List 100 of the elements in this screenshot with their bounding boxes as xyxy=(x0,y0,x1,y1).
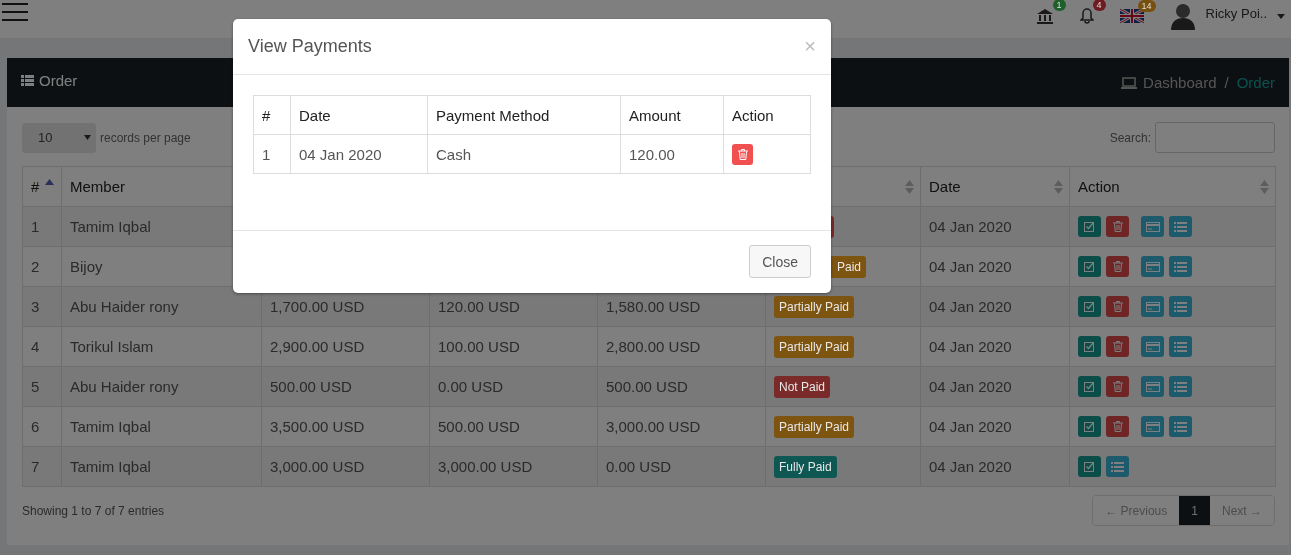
table-cell: 3,000.00 USD xyxy=(429,446,598,487)
breadcrumb-link[interactable]: Dashboard xyxy=(1143,74,1217,91)
list-icon[interactable] xyxy=(1174,381,1187,392)
column-header: Amount xyxy=(620,95,724,135)
list-icon[interactable] xyxy=(1174,261,1187,272)
table-cell: 3,000.00 USD xyxy=(261,446,430,487)
edit-button[interactable] xyxy=(1078,456,1101,477)
close-button[interactable]: × xyxy=(804,35,816,58)
check-icon[interactable] xyxy=(1084,461,1095,472)
table-cell: 04 Jan 2020 xyxy=(920,206,1070,247)
trash-icon[interactable] xyxy=(1112,221,1123,232)
list-button[interactable] xyxy=(1169,336,1192,357)
table-cell: Tamim Iqbal xyxy=(61,446,262,487)
edit-button[interactable] xyxy=(1078,336,1101,357)
bank-icon[interactable] xyxy=(1035,8,1054,24)
trash-icon[interactable] xyxy=(1112,341,1123,352)
column-header[interactable]: Date xyxy=(920,166,1070,207)
table-cell: 1 xyxy=(253,134,291,174)
table-cell: 500.00 USD xyxy=(261,366,430,407)
card-button[interactable] xyxy=(1141,416,1164,437)
table-cell: 2,900.00 USD xyxy=(261,326,430,367)
menu-icon[interactable] xyxy=(2,3,28,21)
delete-button[interactable] xyxy=(1106,216,1129,237)
sort-ascending-icon[interactable] xyxy=(45,179,54,185)
card-button[interactable] xyxy=(1141,216,1164,237)
flag-icon[interactable] xyxy=(1119,9,1144,23)
list-icon[interactable] xyxy=(1174,421,1187,432)
column-header[interactable]: Action xyxy=(1069,166,1276,207)
list-icon[interactable] xyxy=(1111,461,1124,472)
table-cell: 500.00 USD xyxy=(597,366,766,407)
edit-button[interactable] xyxy=(1078,216,1101,237)
edit-button[interactable] xyxy=(1078,256,1101,277)
delete-button[interactable] xyxy=(1106,416,1129,437)
card-button[interactable] xyxy=(1141,256,1164,277)
sort-icon[interactable] xyxy=(905,180,914,194)
list-button[interactable] xyxy=(1169,216,1192,237)
close-button[interactable]: Close xyxy=(749,245,811,278)
trash-icon[interactable] xyxy=(1112,261,1123,272)
page-size-select[interactable]: 10 xyxy=(22,122,96,153)
user-name[interactable]: Ricky Poi.. xyxy=(1205,5,1267,21)
table-cell: 3 xyxy=(22,286,62,327)
card-icon[interactable] xyxy=(1145,381,1160,392)
trash-icon[interactable] xyxy=(1112,421,1123,432)
table-cell: 1 xyxy=(22,206,62,247)
card-button[interactable] xyxy=(1141,336,1164,357)
caret-icon[interactable] xyxy=(1277,13,1285,19)
table-cell: 2,800.00 USD xyxy=(597,326,766,367)
entries-info: Showing 1 to 7 of 7 entries xyxy=(22,503,165,518)
delete-button[interactable] xyxy=(1106,336,1129,357)
list-button[interactable] xyxy=(1106,456,1129,477)
list-icon[interactable] xyxy=(1174,341,1187,352)
list-button[interactable] xyxy=(1169,296,1192,317)
edit-button[interactable] xyxy=(1078,376,1101,397)
delete-button[interactable] xyxy=(732,143,753,165)
card-icon[interactable] xyxy=(1145,301,1160,312)
card-button[interactable] xyxy=(1141,296,1164,317)
check-icon[interactable] xyxy=(1084,261,1095,272)
trash-icon[interactable] xyxy=(1112,381,1123,392)
table-cell: 3,000.00 USD xyxy=(597,406,766,447)
list-button[interactable] xyxy=(1169,376,1192,397)
check-icon[interactable] xyxy=(1084,381,1095,392)
check-icon[interactable] xyxy=(1084,421,1095,432)
modal-title: View Payments xyxy=(248,36,372,57)
list-button[interactable] xyxy=(1169,416,1192,437)
delete-button[interactable] xyxy=(1106,376,1129,397)
table-cell: Abu Haider rony xyxy=(61,366,262,407)
column-header: Action xyxy=(723,95,811,135)
edit-button[interactable] xyxy=(1078,296,1101,317)
column-header[interactable]: # xyxy=(22,166,62,207)
card-button[interactable] xyxy=(1141,376,1164,397)
card-icon[interactable] xyxy=(1145,341,1160,352)
pagination-button[interactable]: 1 xyxy=(1179,496,1210,525)
column-header: Date xyxy=(290,95,428,135)
table-cell: 04 Jan 2020 xyxy=(920,246,1070,287)
breadcrumb-link[interactable]: Order xyxy=(1236,74,1275,91)
trash-icon[interactable] xyxy=(1112,301,1123,312)
avatar-icon xyxy=(1169,2,1196,30)
status-badge: Partially Paid xyxy=(774,295,855,318)
card-icon[interactable] xyxy=(1145,261,1160,272)
page-title: Order xyxy=(39,72,78,89)
count-badge: 1 xyxy=(1052,0,1066,11)
card-icon[interactable] xyxy=(1145,221,1160,232)
check-icon[interactable] xyxy=(1084,341,1095,352)
list-icon[interactable] xyxy=(1174,221,1187,232)
check-icon[interactable] xyxy=(1084,221,1095,232)
search-field[interactable] xyxy=(1155,122,1275,153)
check-icon[interactable] xyxy=(1084,301,1095,312)
sort-icon[interactable] xyxy=(1260,180,1269,194)
bell-icon[interactable] xyxy=(1079,8,1094,24)
table-cell: 04 Jan 2020 xyxy=(920,406,1070,447)
edit-button[interactable] xyxy=(1078,416,1101,437)
list-icon[interactable] xyxy=(1174,301,1187,312)
delete-button[interactable] xyxy=(1106,256,1129,277)
list-button[interactable] xyxy=(1169,256,1192,277)
table-cell: Abu Haider rony xyxy=(61,286,262,327)
card-icon[interactable] xyxy=(1145,421,1160,432)
sort-icon[interactable] xyxy=(1054,180,1063,194)
trash-icon[interactable] xyxy=(737,148,748,160)
delete-button[interactable] xyxy=(1106,296,1129,317)
caret-icon[interactable] xyxy=(84,135,91,140)
